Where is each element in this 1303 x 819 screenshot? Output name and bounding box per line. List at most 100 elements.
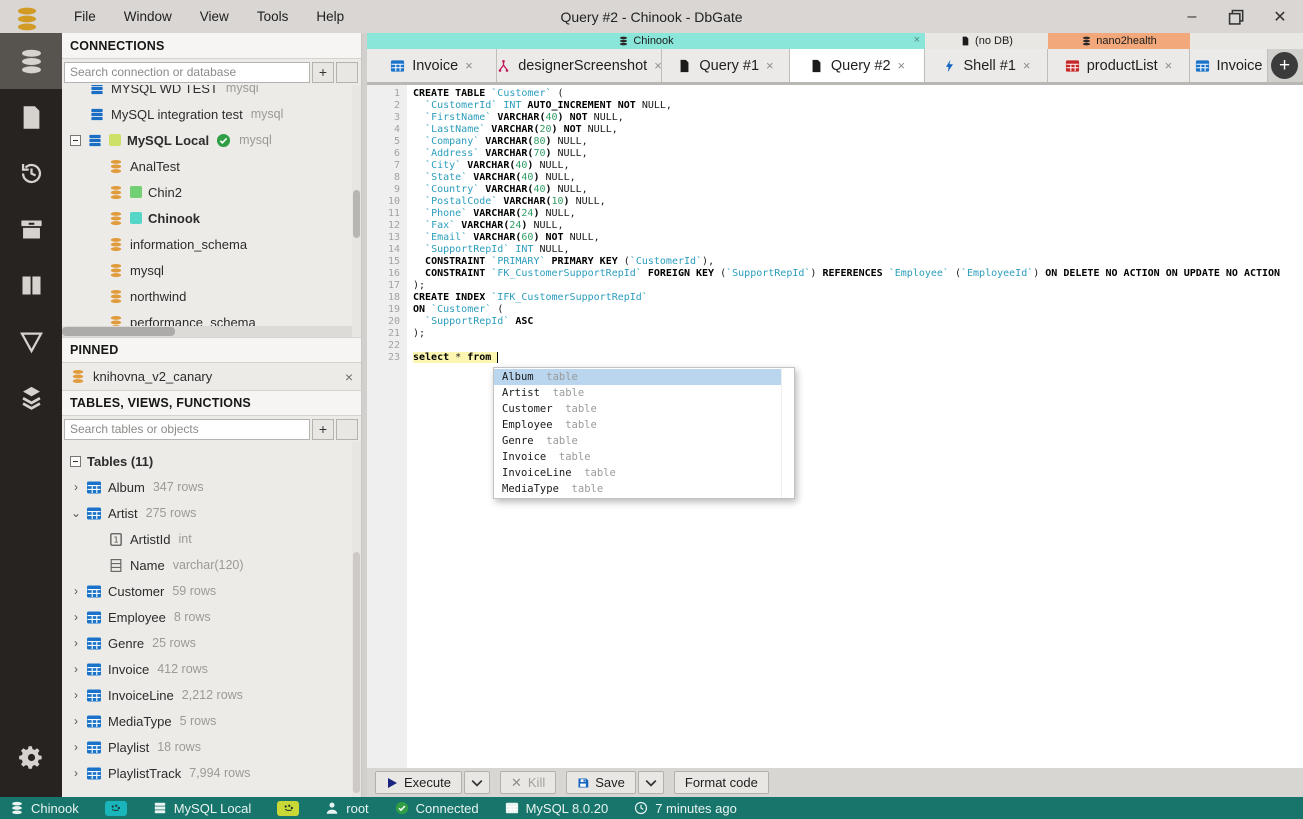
activity-database-button[interactable] (0, 33, 62, 89)
expand-chevron-icon[interactable]: › (70, 636, 82, 650)
tab-invoice[interactable]: Invoice (1190, 49, 1268, 82)
connection-row-mysql[interactable]: mysql (62, 257, 361, 283)
expand-chevron-icon[interactable]: › (70, 610, 82, 624)
close-tab-icon[interactable]: × (898, 58, 906, 73)
pinned-item-knihovna_v2_canary[interactable]: knihovna_v2_canary × (62, 363, 361, 390)
autocomplete-item-artist[interactable]: Artist table (494, 385, 781, 401)
connections-vertical-scrollbar[interactable] (352, 85, 361, 337)
color-swatch-icon[interactable] (104, 800, 127, 816)
expand-chevron-icon[interactable]: ⌄ (70, 506, 82, 520)
object-row-artistid[interactable]: 1 ArtistId int (62, 526, 361, 552)
autocomplete-item-customer[interactable]: Customer table (494, 401, 781, 417)
tab-shell-1[interactable]: Shell #1 × (925, 49, 1048, 82)
connection-row-information-schema[interactable]: information_schema (62, 231, 361, 257)
expand-chevron-icon[interactable]: › (70, 766, 82, 780)
close-tab-icon[interactable]: × (1165, 58, 1173, 73)
execute-button[interactable]: Execute (375, 771, 462, 794)
sql-editor[interactable]: 1 CREATE TABLE `Customer` (2 `CustomerId`… (367, 85, 1303, 768)
object-row-artist[interactable]: ⌄ Artist 275 rows (62, 500, 361, 526)
activity-settings-button[interactable] (0, 729, 62, 785)
scrollbar-thumb[interactable] (62, 327, 175, 336)
format-code-button[interactable]: Format code (673, 771, 769, 794)
objects-vertical-scrollbar[interactable] (352, 442, 361, 797)
connections-horizontal-scrollbar[interactable] (62, 326, 352, 337)
object-row-mediatype[interactable]: › MediaType 5 rows (62, 708, 361, 734)
object-row-album[interactable]: › Album 347 rows (62, 474, 361, 500)
tab-group-nano2health[interactable]: nano2health (1048, 33, 1190, 49)
autocomplete-item-mediatype[interactable]: MediaType table (494, 481, 781, 497)
tab-group-chinook[interactable]: Chinook × (367, 33, 925, 49)
refresh-connections-button[interactable] (336, 61, 358, 83)
expand-chevron-icon[interactable]: › (70, 584, 82, 598)
expand-chevron-icon[interactable]: › (70, 714, 82, 728)
execute-dropdown-button[interactable] (463, 771, 490, 794)
expand-chevron-icon[interactable]: › (70, 480, 82, 494)
close-tab-icon[interactable]: × (766, 58, 774, 73)
object-row-customer[interactable]: › Customer 59 rows (62, 578, 361, 604)
close-tab-icon[interactable]: × (465, 58, 473, 73)
expand-chevron-icon[interactable]: › (70, 740, 82, 754)
menu-tools[interactable]: Tools (243, 0, 303, 33)
save-button[interactable]: Save (566, 771, 636, 794)
menu-file[interactable]: File (60, 0, 110, 33)
maximize-button[interactable] (1227, 8, 1245, 26)
activity-filter-button[interactable] (0, 313, 62, 369)
autocomplete-item-genre[interactable]: Genre table (494, 433, 781, 449)
connection-row-mysql-wd-test[interactable]: MYSQL WD TEST mysql (62, 85, 361, 101)
new-tab-button[interactable]: + (1271, 52, 1298, 79)
minimize-button[interactable]: – (1183, 8, 1201, 26)
activity-plugins-button[interactable] (0, 257, 62, 313)
connections-search-input[interactable] (64, 61, 310, 83)
autocomplete-item-employee[interactable]: Employee table (494, 417, 781, 433)
pinned-list: knihovna_v2_canary × (62, 363, 361, 390)
object-row-genre[interactable]: › Genre 25 rows (62, 630, 361, 656)
object-row-name[interactable]: Name varchar(120) (62, 552, 361, 578)
connection-row-chin2[interactable]: Chin2 (62, 179, 361, 205)
object-row-invoiceline[interactable]: › InvoiceLine 2,212 rows (62, 682, 361, 708)
autocomplete-item-invoiceline[interactable]: InvoiceLine table (494, 465, 781, 481)
menu-help[interactable]: Help (302, 0, 358, 33)
tab-query-2[interactable]: Query #2 × (790, 49, 925, 82)
autocomplete-item-album[interactable]: Album table (494, 369, 781, 385)
unpin-close-icon[interactable]: × (345, 369, 353, 385)
color-swatch-icon[interactable] (277, 800, 300, 816)
object-row-playlisttrack[interactable]: › PlaylistTrack 7,994 rows (62, 760, 361, 786)
refresh-objects-button[interactable] (336, 418, 358, 440)
object-row-playlist[interactable]: › Playlist 18 rows (62, 734, 361, 760)
autocomplete-scrollbar[interactable] (781, 368, 794, 498)
scrollbar-thumb[interactable] (353, 552, 360, 793)
save-dropdown-button[interactable] (637, 771, 664, 794)
activity-files-button[interactable] (0, 89, 62, 145)
object-row-invoice[interactable]: › Invoice 412 rows (62, 656, 361, 682)
collapse-toggle-icon[interactable] (70, 134, 81, 146)
object-row-employee[interactable]: › Employee 8 rows (62, 604, 361, 630)
connection-row-analtest[interactable]: AnalTest (62, 153, 361, 179)
activity-history-button[interactable] (0, 145, 62, 201)
connection-row-mysql-integration-test[interactable]: MySQL integration test mysql (62, 101, 361, 127)
menu-window[interactable]: Window (110, 0, 186, 33)
connection-row-mysql-local[interactable]: MySQL Local mysql (62, 127, 361, 153)
collapse-toggle-icon[interactable] (70, 455, 81, 467)
close-button[interactable]: ✕ (1271, 8, 1289, 26)
objects-search-input[interactable] (64, 418, 310, 440)
tab-invoice[interactable]: Invoice × (367, 49, 497, 82)
tab-group--no-db-[interactable]: (no DB) (925, 33, 1048, 49)
connection-row-northwind[interactable]: northwind (62, 283, 361, 309)
tab-query-1[interactable]: Query #1 × (662, 49, 790, 82)
close-tab-icon[interactable]: × (1023, 58, 1031, 73)
tab-designerscreenshot[interactable]: designerScreenshot × (497, 49, 662, 82)
expand-chevron-icon[interactable]: › (70, 688, 82, 702)
scrollbar-thumb[interactable] (353, 190, 360, 238)
activity-archive-button[interactable] (0, 201, 62, 257)
autocomplete-item-invoice[interactable]: Invoice table (494, 449, 781, 465)
close-tab-icon[interactable]: × (654, 58, 661, 73)
add-object-button[interactable]: + (312, 418, 334, 440)
expand-chevron-icon[interactable]: › (70, 662, 82, 676)
connection-row-chinook[interactable]: Chinook (62, 205, 361, 231)
menu-view[interactable]: View (186, 0, 243, 33)
add-connection-button[interactable]: + (312, 61, 334, 83)
object-row-tables-11-[interactable]: Tables (11) (62, 448, 361, 474)
activity-layers-button[interactable] (0, 369, 62, 425)
tab-productlist[interactable]: productList × (1048, 49, 1190, 82)
close-group-icon[interactable]: × (914, 34, 920, 46)
